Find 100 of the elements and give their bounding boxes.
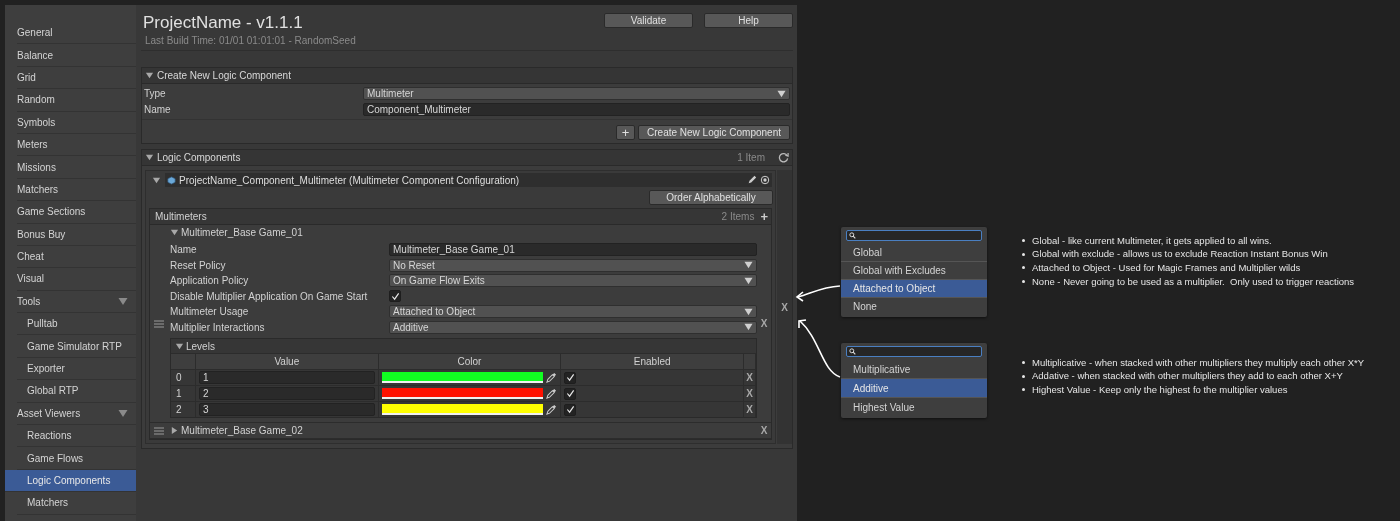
note-text: Multiplicative - when stacked with other multipliers they multiply each other X*Y	[1032, 356, 1365, 369]
field-label: Disable Multiplier Application On Game Start	[170, 290, 369, 302]
pencil-icon[interactable]	[747, 175, 757, 185]
bullet-icon	[1022, 374, 1025, 378]
column-header: Enabled	[561, 354, 744, 369]
sidebar-item[interactable]: Game Flows	[17, 447, 136, 470]
menu-option[interactable]: Attached to Object	[841, 280, 987, 298]
sidebar-item[interactable]: Bonus Buy	[17, 223, 136, 246]
bullet-icon	[1022, 266, 1025, 270]
expand-triangle-icon[interactable]	[145, 71, 154, 80]
remove-row-button[interactable]: X	[744, 370, 756, 385]
sidebar-item[interactable]: Tools	[17, 290, 136, 314]
remove-row-button[interactable]: X	[744, 402, 756, 417]
value-field[interactable]: 1	[199, 371, 375, 384]
list-header: Multimeters 2 Items +	[150, 209, 771, 225]
panel-header[interactable]: Logic Components 1 Item	[142, 150, 792, 166]
menu-option[interactable]: Highest Value	[841, 398, 987, 416]
checkbox[interactable]	[389, 290, 401, 303]
sidebar-item[interactable]: Global RTP	[17, 380, 136, 403]
color-swatch[interactable]	[381, 388, 544, 399]
create-button[interactable]: Create New Logic Component	[638, 125, 790, 140]
field-label: Type	[144, 88, 167, 100]
dropdown[interactable]: Additive	[389, 320, 757, 334]
remove-component-button[interactable]: X	[777, 301, 792, 313]
sidebar-item[interactable]: Game Sections	[17, 201, 136, 224]
eyedropper-icon[interactable]	[546, 404, 558, 415]
checkbox[interactable]	[564, 387, 577, 400]
drag-handle-icon[interactable]	[154, 426, 164, 435]
sidebar-item[interactable]: Matchers	[17, 178, 136, 202]
item-count: 1 Item	[737, 152, 765, 163]
sidebar-item[interactable]: Balance	[17, 44, 136, 67]
sidebar-item[interactable]: Pulltab	[17, 313, 136, 336]
value-field[interactable]: 2	[199, 387, 375, 400]
expand-triangle-icon[interactable]	[145, 153, 154, 162]
cube-icon	[167, 175, 176, 185]
element-header[interactable]: Multimeter_Base Game_02	[170, 423, 757, 438]
expand-triangle-icon[interactable]	[170, 228, 179, 237]
arrow	[795, 285, 841, 302]
sidebar-item[interactable]: Exporter	[17, 357, 136, 381]
menu-option[interactable]: Global	[841, 244, 987, 262]
sidebar-item[interactable]: Matchers	[17, 492, 136, 515]
sidebar-item[interactable]: Meters	[17, 133, 136, 157]
remove-element-button[interactable]: X	[757, 318, 771, 329]
order-button[interactable]: Order Alphabetically	[649, 190, 773, 205]
expand-triangle-icon[interactable]	[170, 426, 179, 435]
menu-option[interactable]: Additive	[841, 379, 987, 398]
dropdown[interactable]: No Reset	[389, 258, 757, 272]
search-field[interactable]	[846, 230, 982, 241]
color-swatch[interactable]	[381, 404, 544, 415]
expand-triangle-icon[interactable]	[118, 296, 128, 306]
remove-element-button[interactable]: X	[757, 425, 771, 436]
search-icon	[849, 232, 856, 239]
search-field[interactable]	[846, 346, 982, 357]
element-header[interactable]: Multimeter_Base Game_01	[170, 225, 757, 240]
remove-row-button[interactable]: X	[744, 386, 756, 401]
sidebar-item[interactable]: Cheat	[17, 245, 136, 269]
field-label: Reset Policy	[170, 259, 227, 271]
sidebar-item[interactable]: Game Simulator RTP	[17, 335, 136, 358]
sidebar-item[interactable]: Reactions	[17, 425, 136, 448]
text-field[interactable]: Multimeter_Base Game_01	[389, 243, 757, 257]
value-field[interactable]: 3	[199, 403, 375, 416]
levels-title: Levels	[186, 340, 215, 352]
target-icon[interactable]	[760, 175, 770, 185]
bullet-icon	[1022, 361, 1025, 365]
sidebar-item[interactable]: General	[17, 22, 136, 45]
add-item-button[interactable]: +	[760, 209, 768, 224]
note-text: Highest Value - Keep only the highest fo the multiplier values	[1032, 384, 1288, 396]
build-info: Last Build Time: 01/01 01:01:01 - RandomSeed	[145, 35, 356, 46]
sidebar-item[interactable]: Random	[17, 89, 136, 112]
refresh-icon[interactable]	[778, 152, 789, 163]
sidebar-item[interactable]: Logic Components	[5, 469, 136, 493]
text-field[interactable]: Component_Multimeter	[363, 102, 790, 116]
expand-triangle-icon[interactable]	[118, 408, 128, 418]
sidebar-item[interactable]: Missions	[17, 156, 136, 179]
drag-handle-icon[interactable]	[154, 319, 164, 328]
panel-header[interactable]: Create New Logic Component	[142, 68, 792, 84]
sidebar-item[interactable]: Visual	[17, 268, 136, 291]
eyedropper-icon[interactable]	[546, 388, 558, 399]
expand-triangle-icon[interactable]	[152, 175, 161, 185]
checkbox[interactable]	[564, 403, 577, 416]
field-label: Multiplier Interactions	[170, 321, 266, 333]
color-swatch[interactable]	[381, 372, 544, 383]
dropdown[interactable]: On Game Flow Exits	[389, 274, 757, 288]
eyedropper-icon[interactable]	[546, 372, 558, 383]
row-index: 1	[171, 386, 196, 401]
sidebar-item[interactable]: Asset Viewers	[17, 402, 136, 426]
note-text: Attached to Object - Used for Magic Frames and Multiplier wilds	[1032, 262, 1301, 274]
checkbox[interactable]	[564, 371, 577, 384]
add-button[interactable]: +	[616, 125, 636, 140]
dropdown[interactable]: Attached to Object	[389, 305, 757, 319]
dropdown[interactable]: Multimeter	[363, 87, 790, 101]
sidebar-item[interactable]: Grid	[17, 66, 136, 90]
header-button[interactable]: Help	[704, 13, 793, 28]
bullet-icon	[1022, 252, 1025, 256]
note-text: None - Never going to be used as a multiplier. Only used to trigger reactions	[1032, 275, 1355, 288]
header-button[interactable]: Validate	[604, 13, 693, 28]
menu-option[interactable]: None	[841, 298, 987, 315]
sidebar-item[interactable]: Symbols	[17, 111, 136, 134]
field-label: Multimeter Usage	[170, 306, 250, 318]
expand-triangle-icon[interactable]	[175, 341, 184, 351]
